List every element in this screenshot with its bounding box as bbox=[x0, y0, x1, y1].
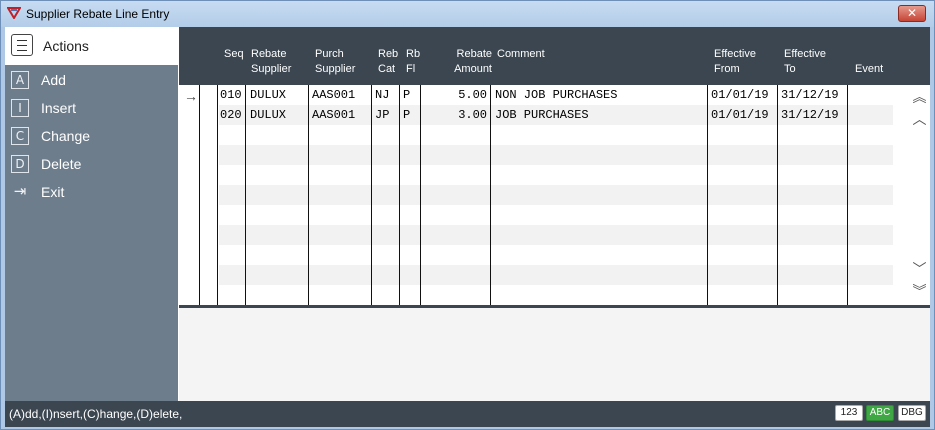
cell-amount: 5.00 bbox=[458, 88, 487, 102]
detail-panel bbox=[179, 308, 930, 401]
cell-purch-supplier: AAS001 bbox=[312, 88, 356, 102]
column-header-effective-to[interactable]: Effective To bbox=[784, 47, 826, 77]
app-logo-icon bbox=[7, 7, 21, 19]
cell-effective-to: 31/12/19 bbox=[781, 108, 839, 122]
table-row[interactable]: 020 DULUX AAS001 JP P 3.00 JOB PURCHASES… bbox=[179, 105, 893, 125]
alpha-mode-badge[interactable]: ABC bbox=[866, 405, 894, 421]
actions-title: Actions bbox=[43, 38, 89, 54]
debug-mode-badge[interactable]: DBG bbox=[898, 405, 926, 421]
cell-rebate-supplier: DULUX bbox=[250, 88, 287, 102]
scroll-up-icon[interactable]: ︿ bbox=[911, 109, 928, 129]
column-header-rb-fl[interactable]: Rb Fl bbox=[406, 47, 420, 77]
change-key-icon: C bbox=[11, 127, 29, 145]
cell-effective-to: 31/12/19 bbox=[781, 88, 839, 102]
scroll-to-top-icon[interactable]: ︽ bbox=[911, 87, 928, 107]
scroll-to-bottom-icon[interactable]: ︾ bbox=[911, 281, 928, 301]
cell-rebate-supplier: DULUX bbox=[250, 108, 287, 122]
exit-icon: ⇥ bbox=[13, 182, 27, 200]
title-bar[interactable]: Supplier Rebate Line Entry ✕ bbox=[1, 1, 934, 27]
cell-seq: 010 bbox=[220, 88, 242, 102]
actions-sidebar: Actions A Add I Insert C Change D Delete… bbox=[5, 27, 178, 401]
hamburger-menu-icon[interactable] bbox=[11, 34, 33, 56]
grid-scroll-area: ︽ ︿ ﹀ ︾ bbox=[909, 85, 930, 305]
cell-seq: 020 bbox=[220, 108, 242, 122]
action-label: Add bbox=[41, 72, 66, 88]
action-add[interactable]: A Add bbox=[7, 67, 178, 94]
add-key-icon: A bbox=[11, 71, 29, 89]
action-label: Delete bbox=[41, 156, 82, 172]
grid-body[interactable]: → 010 DULUX AAS001 NJ P 5.00 NON JOB PUR… bbox=[179, 85, 909, 305]
column-header-reb-cat[interactable]: Reb Cat bbox=[378, 47, 398, 77]
column-header-comment[interactable]: Comment bbox=[497, 47, 545, 62]
action-label: Change bbox=[41, 128, 91, 144]
action-insert[interactable]: I Insert bbox=[7, 95, 178, 122]
cell-rb-fl: P bbox=[403, 108, 411, 122]
numeric-mode-badge[interactable]: 123 bbox=[835, 405, 863, 421]
cell-amount: 3.00 bbox=[458, 108, 487, 122]
action-label: Insert bbox=[41, 100, 77, 116]
column-header-event[interactable]: Event bbox=[855, 62, 883, 77]
cell-purch-supplier: AAS001 bbox=[312, 108, 356, 122]
cell-rb-fl: P bbox=[403, 88, 411, 102]
action-label: Exit bbox=[41, 184, 65, 200]
action-exit[interactable]: ⇥ Exit bbox=[7, 179, 178, 206]
insert-key-icon: I bbox=[11, 99, 29, 117]
close-button[interactable]: ✕ bbox=[898, 5, 926, 22]
status-bar: (A)dd,(I)nsert,(C)hange,(D)elete, 123 AB… bbox=[5, 401, 930, 427]
cell-comment: NON JOB PURCHASES bbox=[495, 88, 618, 102]
cell-comment: JOB PURCHASES bbox=[495, 108, 589, 122]
cell-effective-from: 01/01/19 bbox=[711, 88, 769, 102]
status-hint-text: (A)dd,(I)nsert,(C)hange,(D)elete, bbox=[9, 407, 183, 421]
table-row[interactable]: → 010 DULUX AAS001 NJ P 5.00 NON JOB PUR… bbox=[179, 85, 893, 105]
window-content: Actions A Add I Insert C Change D Delete… bbox=[5, 27, 930, 427]
cell-reb-cat: NJ bbox=[375, 88, 390, 102]
scroll-down-icon[interactable]: ﹀ bbox=[911, 259, 928, 279]
action-delete[interactable]: D Delete bbox=[7, 151, 178, 178]
column-header-seq[interactable]: Seq bbox=[224, 47, 244, 62]
grid-header: Seq Rebate Supplier Purch Supplier Reb C… bbox=[179, 27, 930, 85]
delete-key-icon: D bbox=[11, 155, 29, 173]
actions-header: Actions bbox=[5, 27, 178, 65]
column-header-rebate-supplier[interactable]: Rebate Supplier bbox=[251, 47, 291, 77]
column-header-rebate-amount[interactable]: Rebate Amount bbox=[429, 47, 492, 77]
window-title: Supplier Rebate Line Entry bbox=[26, 7, 170, 21]
cell-effective-from: 01/01/19 bbox=[711, 108, 769, 122]
cell-reb-cat: JP bbox=[375, 108, 390, 122]
app-window: Supplier Rebate Line Entry ✕ Actions A A… bbox=[0, 0, 935, 430]
column-header-purch-supplier[interactable]: Purch Supplier bbox=[315, 47, 355, 77]
action-change[interactable]: C Change bbox=[7, 123, 178, 150]
current-row-arrow-icon: → bbox=[184, 88, 198, 104]
column-header-effective-from[interactable]: Effective From bbox=[714, 47, 756, 77]
